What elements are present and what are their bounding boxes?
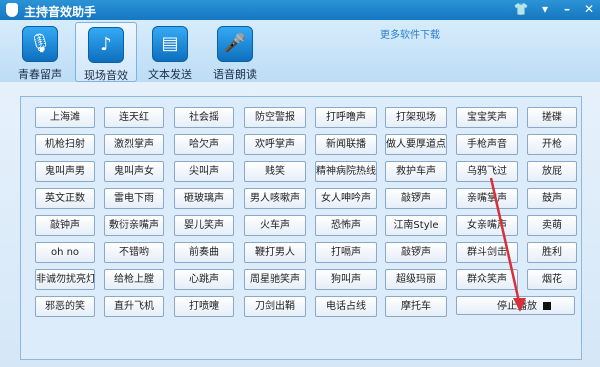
red-arrow-annotation	[489, 177, 526, 312]
